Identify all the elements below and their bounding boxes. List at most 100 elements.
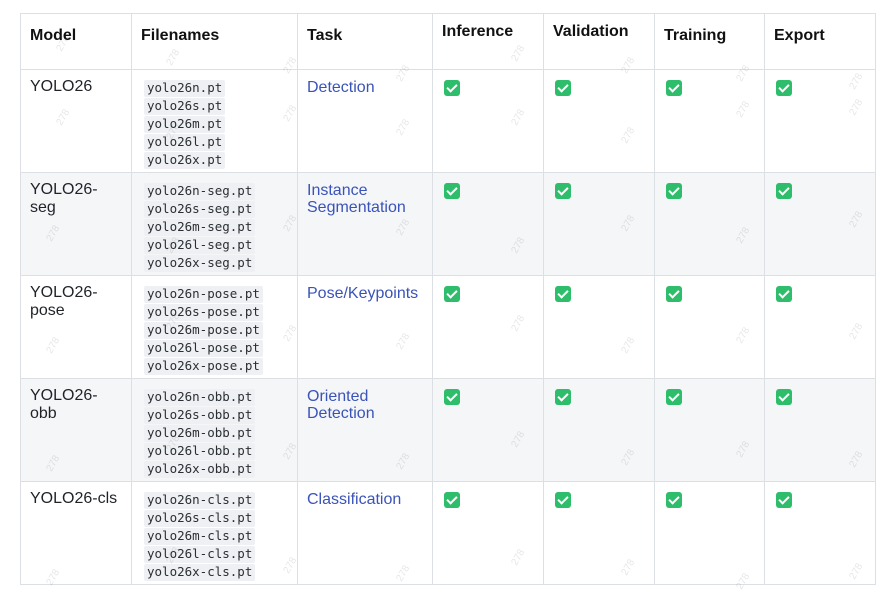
model-cell: YOLO26-seg — [20, 172, 132, 276]
model-cell: YOLO26-cls — [20, 481, 132, 585]
validation-cell — [543, 481, 655, 585]
export-cell — [764, 481, 876, 585]
model-filename: yolo26n-seg.pt — [144, 183, 256, 200]
table-row: YOLO26-obb yolo26n-obb.pt yolo26s-obb.pt yo… — [20, 378, 876, 482]
check-mark-icon — [444, 286, 460, 302]
table-row: YOLO26-cls yolo26n-cls.pt yolo26s-cls.pt yo… — [20, 481, 876, 585]
check-mark-icon — [776, 80, 792, 96]
model-filename: yolo26n-obb.pt — [144, 389, 256, 406]
header-inference: Inference — [432, 13, 544, 70]
model-filename: yolo26l-pose.pt — [144, 340, 263, 357]
model-filename: yolo26s.pt — [144, 98, 226, 115]
model-filename: yolo26s-seg.pt — [144, 201, 256, 218]
training-cell — [654, 69, 765, 173]
table-body: YOLO26 yolo26n.pt yolo26s.pt yolo26m.pt yolo… — [20, 69, 876, 585]
validation-cell — [543, 275, 655, 379]
model-filename: yolo26l-obb.pt — [144, 443, 256, 460]
model-filename: yolo26s-obb.pt — [144, 407, 256, 424]
model-cell: YOLO26-pose — [20, 275, 132, 379]
inference-cell — [432, 481, 544, 585]
check-mark-icon — [555, 492, 571, 508]
model-filename: yolo26x-pose.pt — [144, 358, 263, 375]
inference-cell — [432, 378, 544, 482]
training-cell — [654, 481, 765, 585]
filenames-cell: yolo26n-obb.pt yolo26s-obb.pt yolo26m-obb.… — [131, 378, 298, 482]
export-cell — [764, 69, 876, 173]
model-filename: yolo26x.pt — [144, 152, 226, 169]
check-mark-icon — [555, 183, 571, 199]
task-link[interactable]: Instance Segmentation — [307, 182, 424, 216]
check-mark-icon — [666, 183, 682, 199]
check-mark-icon — [776, 389, 792, 405]
model-filename: yolo26l.pt — [144, 134, 226, 151]
filenames-cell: yolo26n.pt yolo26s.pt yolo26m.pt yolo26l.pt… — [131, 69, 298, 173]
model-filename: yolo26n-pose.pt — [144, 286, 263, 303]
table-row: YOLO26 yolo26n.pt yolo26s.pt yolo26m.pt yolo… — [20, 69, 876, 173]
header-filenames: Filenames — [131, 13, 298, 70]
task-link[interactable]: Classification — [307, 491, 424, 508]
model-filename: yolo26n-cls.pt — [144, 492, 256, 509]
inference-cell — [432, 69, 544, 173]
task-link[interactable]: Detection — [307, 79, 424, 96]
model-filename: yolo26m-seg.pt — [144, 219, 256, 236]
header-export: Export — [764, 13, 876, 70]
model-filename: yolo26m.pt — [144, 116, 226, 133]
model-filename: yolo26l-cls.pt — [144, 546, 256, 563]
filenames-cell: yolo26n-pose.pt yolo26s-pose.pt yolo26m-po… — [131, 275, 298, 379]
model-filename: yolo26x-cls.pt — [144, 564, 256, 581]
task-cell: Oriented Detection — [297, 378, 433, 482]
task-link[interactable]: Oriented Detection — [307, 388, 424, 422]
task-cell: Classification — [297, 481, 433, 585]
model-filename: yolo26x-seg.pt — [144, 255, 256, 272]
header-model: Model — [20, 13, 132, 70]
check-mark-icon — [444, 183, 460, 199]
check-mark-icon — [776, 286, 792, 302]
task-link[interactable]: Pose/Keypoints — [307, 285, 424, 302]
check-mark-icon — [776, 183, 792, 199]
model-filename: yolo26m-cls.pt — [144, 528, 256, 545]
model-name: YOLO26-pose — [30, 284, 98, 319]
export-cell — [764, 172, 876, 276]
header-training: Training — [654, 13, 765, 70]
model-name: YOLO26-obb — [30, 387, 98, 422]
header-task: Task — [297, 13, 433, 70]
training-cell — [654, 378, 765, 482]
model-filename: yolo26m-obb.pt — [144, 425, 256, 442]
validation-cell — [543, 172, 655, 276]
model-filename: yolo26l-seg.pt — [144, 237, 256, 254]
check-mark-icon — [444, 80, 460, 96]
export-cell — [764, 275, 876, 379]
inference-cell — [432, 275, 544, 379]
export-cell — [764, 378, 876, 482]
model-filename: yolo26s-cls.pt — [144, 510, 256, 527]
model-filename: yolo26m-pose.pt — [144, 322, 263, 339]
header-validation: Validation — [543, 13, 655, 70]
training-cell — [654, 275, 765, 379]
model-cell: YOLO26 — [20, 69, 132, 173]
task-cell: Instance Segmentation — [297, 172, 433, 276]
check-mark-icon — [444, 492, 460, 508]
training-cell — [654, 172, 765, 276]
inference-cell — [432, 172, 544, 276]
models-table: Model Filenames Task Inference Validatio… — [20, 13, 876, 585]
check-mark-icon — [776, 492, 792, 508]
check-mark-icon — [666, 389, 682, 405]
filenames-cell: yolo26n-cls.pt yolo26s-cls.pt yolo26m-cls.… — [131, 481, 298, 585]
model-filename: yolo26x-obb.pt — [144, 461, 256, 478]
model-cell: YOLO26-obb — [20, 378, 132, 482]
task-cell: Detection — [297, 69, 433, 173]
check-mark-icon — [666, 492, 682, 508]
model-name: YOLO26-seg — [30, 181, 98, 216]
table-row: YOLO26-seg yolo26n-seg.pt yolo26s-seg.pt yo… — [20, 172, 876, 276]
check-mark-icon — [555, 389, 571, 405]
model-name: YOLO26-cls — [30, 490, 118, 507]
task-cell: Pose/Keypoints — [297, 275, 433, 379]
check-mark-icon — [444, 389, 460, 405]
check-mark-icon — [555, 80, 571, 96]
validation-cell — [543, 378, 655, 482]
check-mark-icon — [555, 286, 571, 302]
model-filename: yolo26s-pose.pt — [144, 304, 263, 321]
check-mark-icon — [666, 80, 682, 96]
model-filename: yolo26n.pt — [144, 80, 226, 97]
table-row: YOLO26-pose yolo26n-pose.pt yolo26s-pose.p… — [20, 275, 876, 379]
